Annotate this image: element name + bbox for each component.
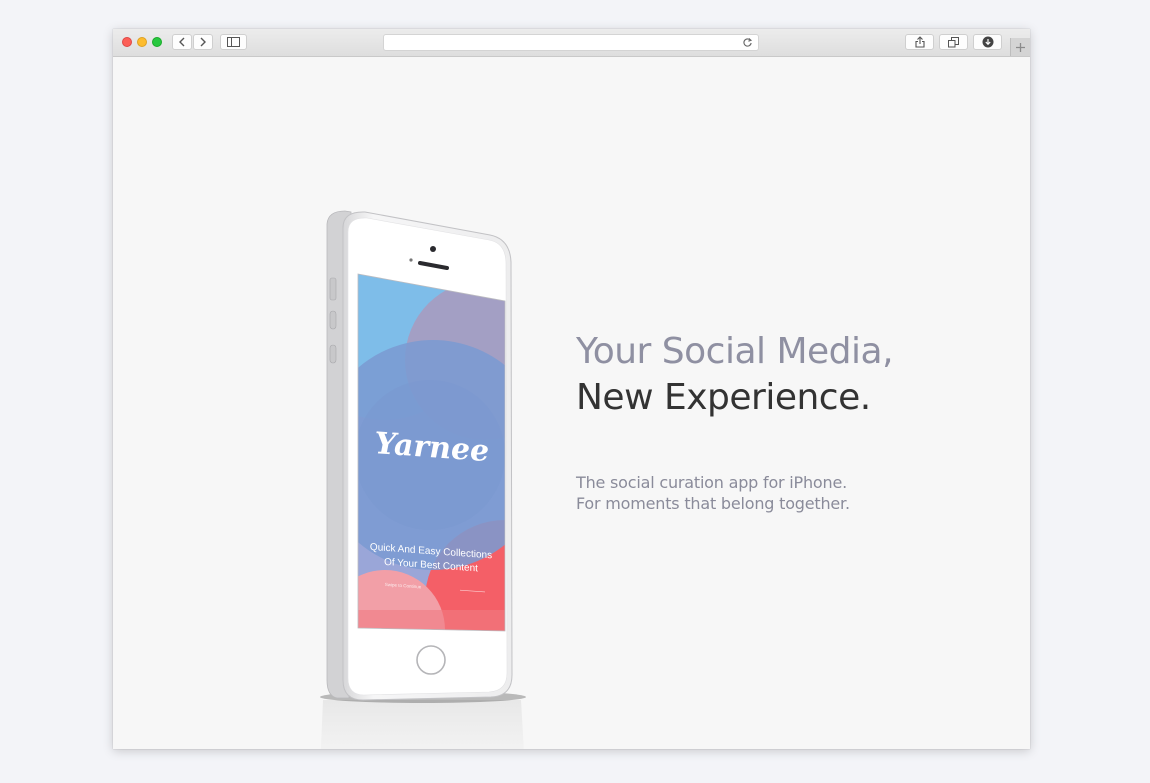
browser-window: Yarnee Quick And Easy Collections Of You…	[113, 29, 1030, 749]
tagline-line1: The social curation app for iPhone.	[576, 473, 847, 492]
address-bar[interactable]	[383, 34, 759, 51]
chevron-right-icon	[200, 37, 206, 47]
tab-overview-button[interactable]	[939, 34, 968, 50]
new-tab-button[interactable]	[1010, 38, 1030, 56]
back-button[interactable]	[172, 34, 192, 50]
sidebar-icon	[227, 37, 240, 47]
hero-tagline: The social curation app for iPhone. For …	[576, 472, 850, 514]
downloads-button[interactable]	[973, 34, 1002, 50]
tabs-overview-icon	[948, 36, 959, 47]
download-icon	[982, 36, 993, 48]
tagline-line2: For moments that belong together.	[576, 494, 850, 513]
sidebar-button[interactable]	[220, 34, 247, 50]
zoom-window-button[interactable]	[152, 37, 162, 47]
minimize-window-button[interactable]	[137, 37, 147, 47]
plus-icon	[1016, 42, 1025, 52]
page-content: Yarnee Quick And Easy Collections Of You…	[113, 57, 1030, 749]
forward-button[interactable]	[193, 34, 213, 50]
share-icon	[914, 36, 925, 48]
share-button[interactable]	[905, 34, 934, 50]
hero-headline: Your Social Media, New Experience.	[576, 329, 894, 421]
close-window-button[interactable]	[122, 37, 132, 47]
chevron-left-icon	[179, 37, 185, 47]
iphone-mockup: Yarnee Quick And Easy Collections Of You…	[320, 210, 526, 749]
headline-line2: New Experience.	[576, 377, 871, 418]
home-button	[416, 645, 446, 675]
headline-line1: Your Social Media,	[576, 331, 894, 372]
browser-toolbar	[113, 29, 1030, 57]
reload-icon[interactable]	[742, 37, 753, 48]
